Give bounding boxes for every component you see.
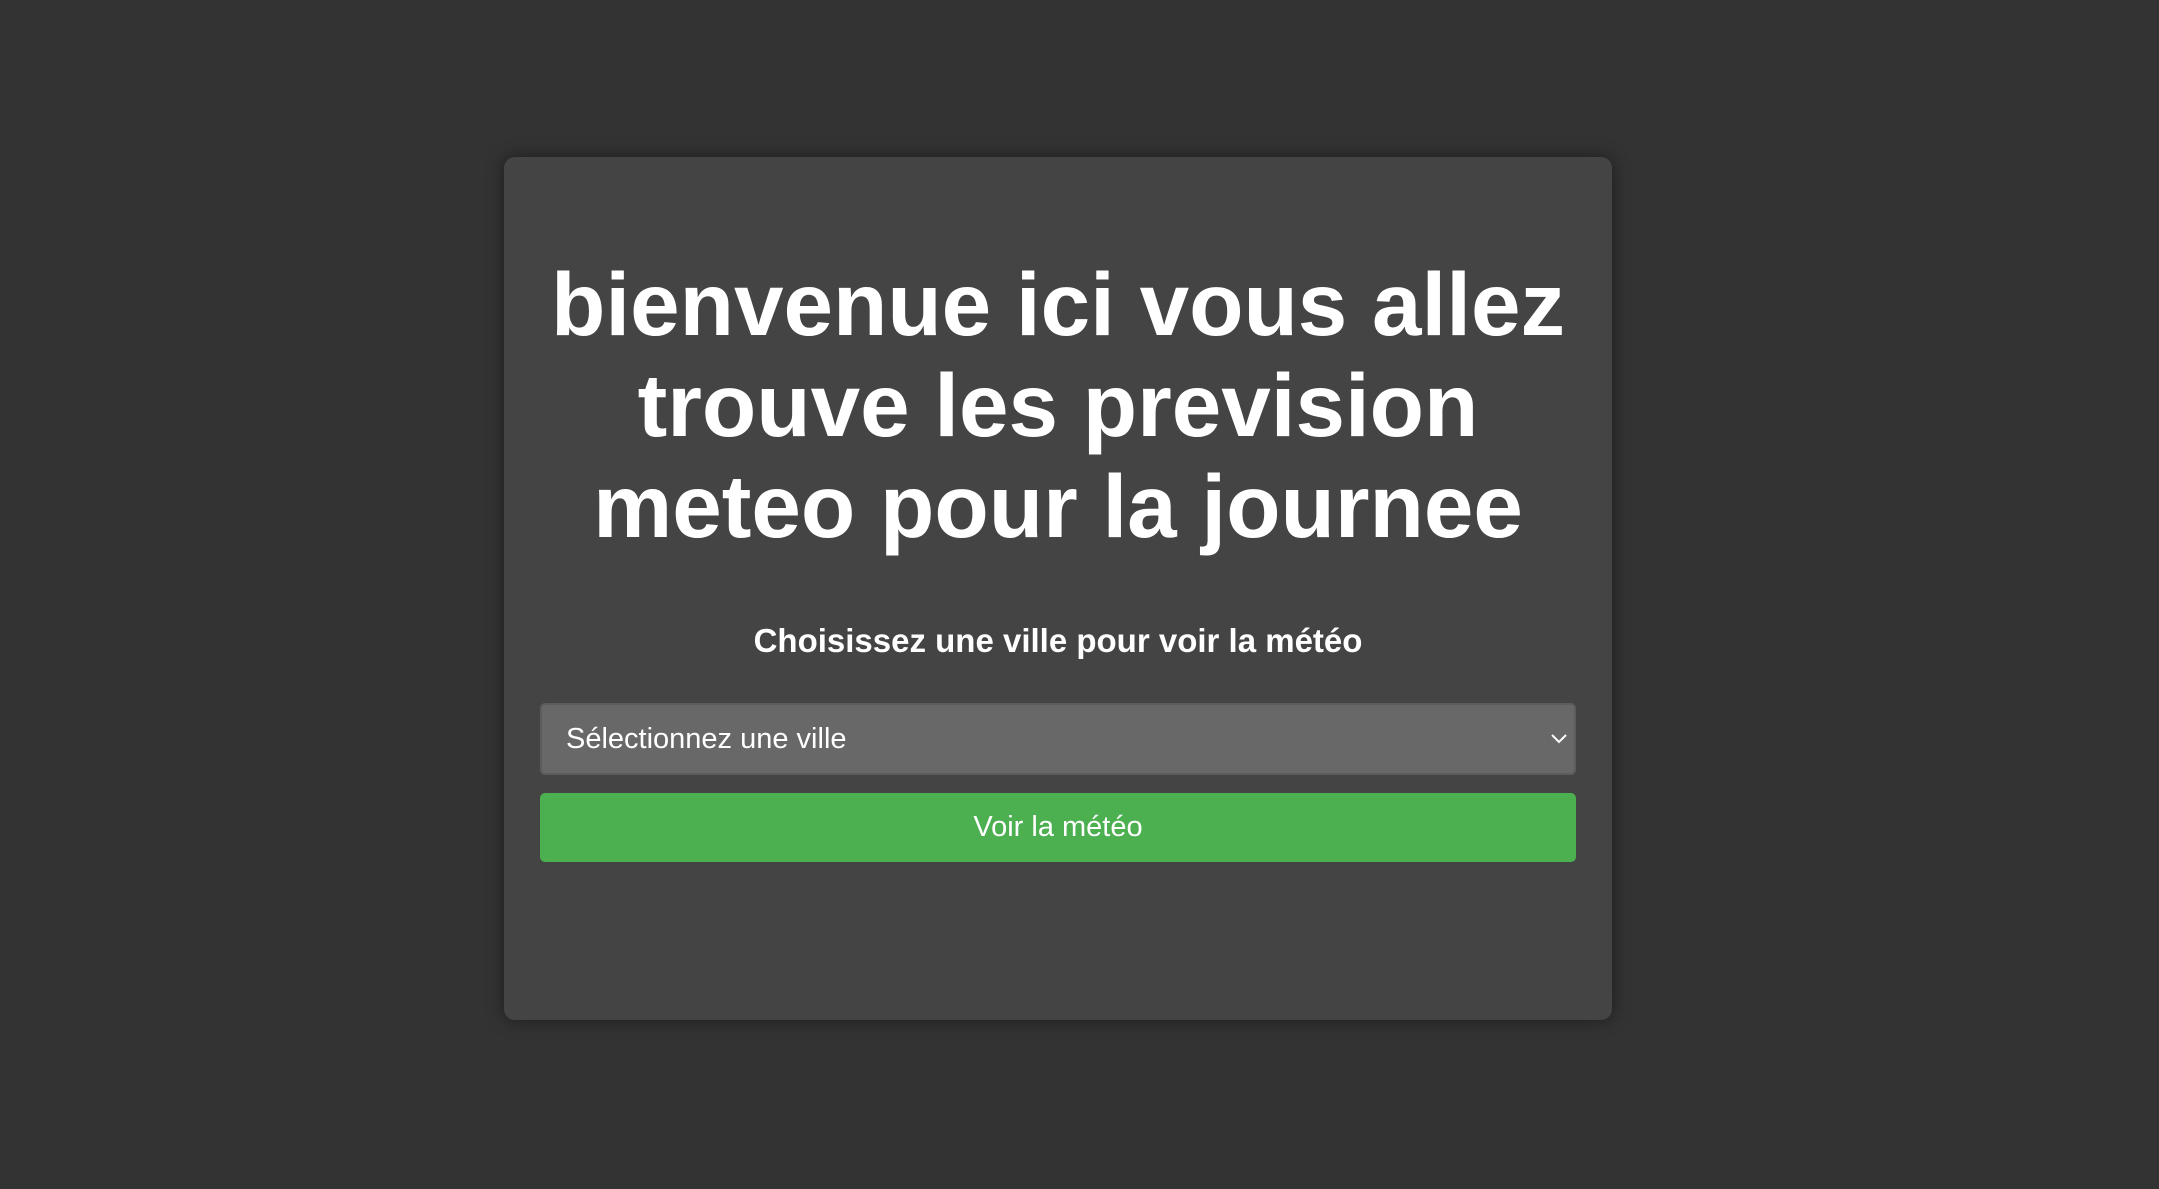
page-subtitle: Choisissez une ville pour voir la météo <box>753 622 1363 659</box>
weather-card: bienvenue ici vous allez trouve les prev… <box>504 157 1612 1020</box>
page-background: bienvenue ici vous allez trouve les prev… <box>0 0 2159 1189</box>
chevron-down-icon <box>1548 727 1570 749</box>
city-select[interactable]: Sélectionnez une ville <box>540 703 1576 775</box>
show-weather-button[interactable]: Voir la météo <box>540 793 1576 862</box>
city-select-value: Sélectionnez une ville <box>566 723 847 755</box>
page-title: bienvenue ici vous allez trouve les prev… <box>551 254 1565 556</box>
